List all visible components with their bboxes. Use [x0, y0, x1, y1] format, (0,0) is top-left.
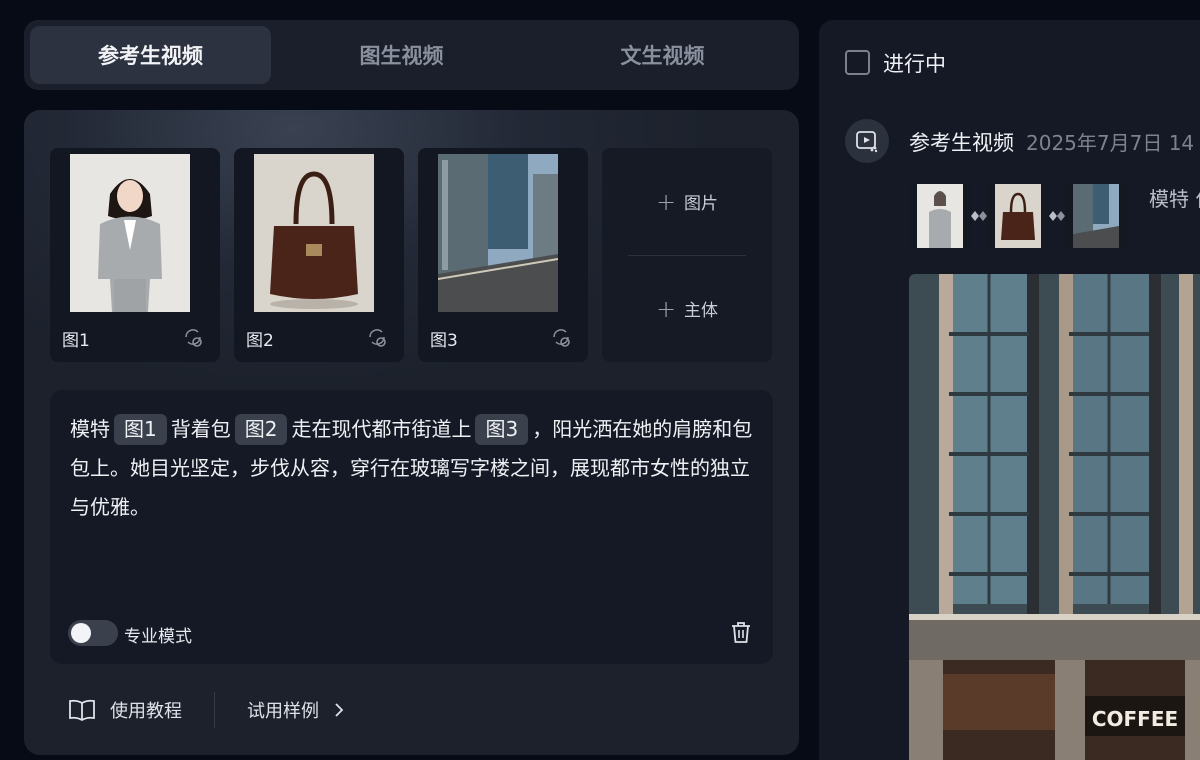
- task-header: 参考生视频 2025年7月7日 14: [909, 127, 1194, 157]
- tutorial-link[interactable]: 使用教程: [68, 697, 182, 723]
- task-title: 参考生视频: [909, 131, 1014, 155]
- add-reference-card: + 图片 + 主体: [602, 148, 772, 362]
- reference-card-1[interactable]: 图1: [50, 148, 220, 362]
- prompt-chip-image-3[interactable]: 图3: [475, 414, 529, 445]
- prompt-chip-image-1[interactable]: 图1: [114, 414, 167, 445]
- replace-icon[interactable]: [180, 324, 206, 350]
- prompt-segment: 背着包: [170, 417, 231, 441]
- book-icon: [69, 699, 95, 722]
- reference-images: 图1 图2 图3 + 图片 + 主体: [50, 148, 772, 362]
- composer-footer: 使用教程 试用样例: [68, 692, 345, 728]
- reference-caption: 图2: [246, 331, 274, 351]
- replace-icon[interactable]: [548, 324, 574, 350]
- task-thumbnail-street[interactable]: [1065, 184, 1127, 248]
- prompt-segment: 走在现代都市街道上: [291, 417, 472, 441]
- add-subject-label: 主体: [684, 301, 719, 321]
- task-thumbnail-handbag[interactable]: [987, 184, 1049, 248]
- task-reference-thumbnails: [909, 184, 1127, 248]
- reference-caption: 图3: [430, 331, 458, 351]
- in-progress-label: 进行中: [883, 52, 946, 76]
- replace-icon[interactable]: [364, 324, 390, 350]
- task-prompt-preview: 模特 伐从容: [1149, 187, 1200, 211]
- task-panel: 进行中 参考生视频 2025年7月7日 14 模特 COFFEE: [819, 20, 1200, 760]
- composer-panel: 图1 图2 图3 + 图片 + 主体 模特 图1 背着包 图2 走在现代都市街道…: [24, 110, 799, 755]
- link-icon: [971, 211, 987, 221]
- plus-icon: +: [655, 294, 677, 323]
- prompt-chip-image-2[interactable]: 图2: [234, 414, 288, 445]
- examples-label: 试用样例: [247, 701, 319, 722]
- examples-link[interactable]: 试用样例: [247, 697, 345, 723]
- reference-caption: 图1: [62, 331, 90, 351]
- link-icon: [1049, 211, 1065, 221]
- reference-card-3[interactable]: 图3: [418, 148, 588, 362]
- reference-card-2[interactable]: 图2: [234, 148, 404, 362]
- divider: [214, 692, 215, 728]
- plus-icon: +: [655, 187, 677, 216]
- in-progress-checkbox[interactable]: [845, 50, 870, 75]
- tab-reference-video[interactable]: 参考生视频: [30, 26, 271, 84]
- coffee-sign: COFFEE: [1092, 707, 1178, 731]
- prompt-text[interactable]: 模特 图1 背着包 图2 走在现代都市街道上 图3 ，阳光洒在她的肩膀和包包上。她目光坚定，…: [70, 410, 760, 527]
- tab-text-video[interactable]: 文生视频: [532, 26, 793, 84]
- tab-image-video[interactable]: 图生视频: [271, 26, 532, 84]
- reference-thumbnail-handbag: [254, 154, 374, 312]
- video-task-icon: [845, 119, 889, 163]
- pro-mode-label: 专业模式: [124, 627, 192, 647]
- prompt-input[interactable]: 模特 图1 背着包 图2 走在现代都市街道上 图3 ，阳光洒在她的肩膀和包包上。她目光坚定，…: [50, 390, 773, 664]
- reference-thumbnail-woman: [70, 154, 190, 312]
- mode-tabs: 参考生视频 图生视频 文生视频: [24, 20, 799, 90]
- add-image-label: 图片: [684, 194, 719, 214]
- prompt-segment: 模特: [70, 417, 110, 441]
- add-subject-button[interactable]: + 主体: [602, 255, 772, 362]
- add-image-button[interactable]: + 图片: [602, 148, 772, 255]
- pro-mode-toggle[interactable]: [68, 620, 118, 646]
- tutorial-label: 使用教程: [110, 701, 182, 722]
- trash-icon[interactable]: [727, 618, 755, 646]
- chevron-right-icon: [335, 703, 344, 717]
- task-timestamp: 2025年7月7日 14: [1026, 131, 1195, 155]
- task-thumbnail-woman[interactable]: [909, 184, 971, 248]
- toggle-knob: [71, 623, 91, 643]
- reference-thumbnail-street: [438, 154, 558, 312]
- generated-video-preview[interactable]: COFFEE: [909, 274, 1200, 760]
